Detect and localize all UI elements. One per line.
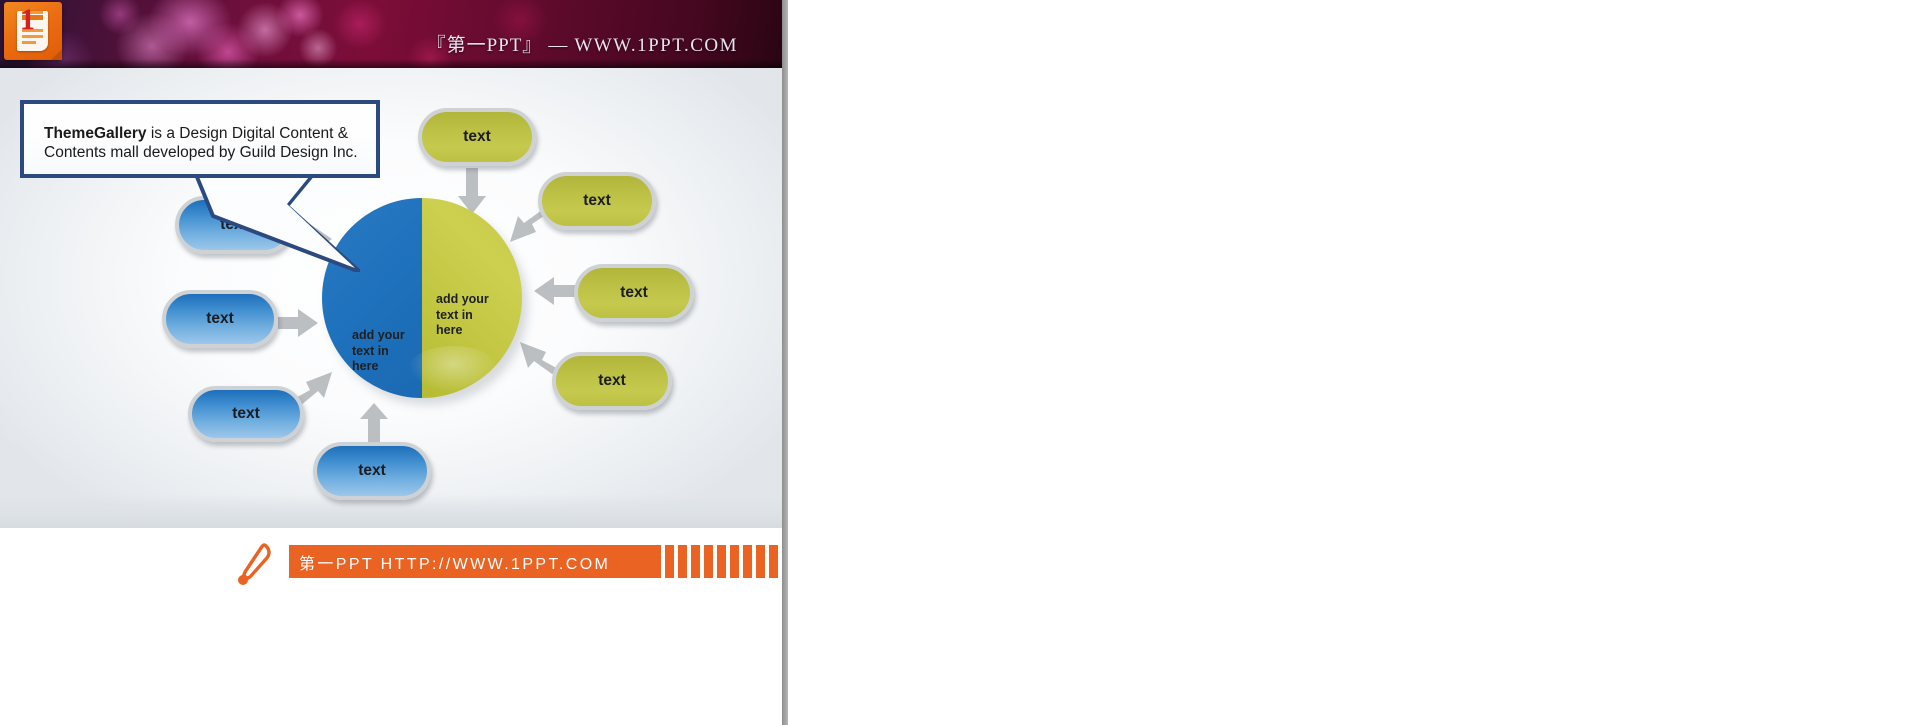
footer-url-text: 第一PPT HTTP://WWW.1PPT.COM	[299, 555, 611, 573]
footer-pen-icon	[238, 543, 271, 585]
arrow-blue-4-icon	[360, 403, 388, 445]
slide-footer: 第一PPT HTTP://WWW.1PPT.COM	[0, 528, 782, 725]
olive-pill-1-label: text	[463, 128, 491, 145]
header-brand-text: 『第一PPT』	[426, 35, 543, 56]
blue-pill-4[interactable]: text	[313, 442, 431, 500]
footer-url-bar: 第一PPT HTTP://WWW.1PPT.COM	[289, 545, 652, 578]
blue-pill-2[interactable]: text	[162, 290, 278, 348]
slide-canvas: 1 『第一PPT』 — WWW.1PPT.COM ThemeGallery is a…	[0, 0, 782, 725]
slide-body: ThemeGallery is a Design Digital Content…	[0, 68, 782, 528]
slide-header-banner: 1 『第一PPT』 — WWW.1PPT.COM	[0, 0, 782, 68]
right-empty-area	[788, 0, 1925, 725]
header-bottom-fade	[0, 59, 782, 68]
header-title: 『第一PPT』 — WWW.1PPT.COM	[427, 30, 738, 57]
header-url-text: WWW.1PPT.COM	[574, 35, 738, 56]
callout-tail-icon	[195, 172, 360, 272]
callout-bold-lead: ThemeGallery	[44, 125, 147, 142]
blue-pill-2-label: text	[206, 310, 234, 327]
callout-text: ThemeGallery is a Design Digital Content…	[44, 124, 369, 162]
olive-pill-2[interactable]: text	[538, 172, 656, 230]
logo-sheet-line	[22, 41, 36, 44]
olive-pill-1[interactable]: text	[418, 108, 536, 166]
header-separator: —	[548, 35, 569, 56]
screenshot-root: 1 『第一PPT』 — WWW.1PPT.COM ThemeGallery is a…	[0, 0, 1925, 725]
arrow-olive-3-icon	[534, 277, 576, 305]
blue-pill-3-label: text	[232, 405, 260, 422]
olive-pill-3-label: text	[620, 284, 648, 301]
callout-box: ThemeGallery is a Design Digital Content…	[20, 100, 380, 178]
pie-label-left: add your text in here	[352, 328, 405, 373]
blue-pill-4-label: text	[358, 462, 386, 479]
olive-pill-2-label: text	[583, 192, 611, 209]
blue-pill-3[interactable]: text	[188, 386, 304, 442]
footer-stripe-decoration	[652, 545, 782, 578]
olive-pill-3[interactable]: text	[574, 264, 694, 322]
pie-label-right: add your text in here	[436, 292, 489, 337]
arrow-blue-2-icon	[278, 309, 318, 337]
olive-pill-4[interactable]: text	[552, 352, 672, 410]
first-ppt-logo-icon: 1	[4, 2, 62, 60]
olive-pill-4-label: text	[598, 372, 626, 389]
logo-numeral: 1	[20, 3, 35, 36]
